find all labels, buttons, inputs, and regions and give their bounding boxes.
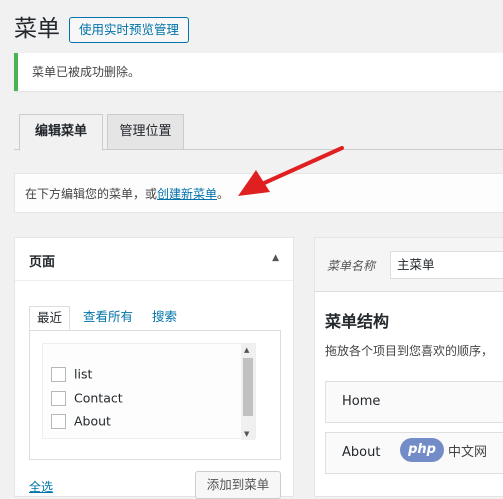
pages-list-box: list Contact About ▲ ▼ — [29, 330, 281, 460]
menu-name-input[interactable]: 主菜单 — [390, 251, 503, 279]
checkbox[interactable] — [51, 391, 66, 406]
list-item[interactable]: list — [51, 366, 92, 384]
create-new-menu-link[interactable]: 创建新菜单 — [157, 187, 217, 201]
live-preview-button[interactable]: 使用实时预览管理 — [69, 17, 189, 43]
tab-view-all[interactable]: 查看所有 — [83, 306, 133, 330]
success-notice: 菜单已被成功删除。 — [14, 53, 503, 91]
checkbox[interactable] — [51, 414, 66, 429]
pages-panel-title: 页面 — [29, 255, 56, 270]
pages-panel-header[interactable]: 页面 ▲ — [15, 238, 293, 281]
pages-panel: 页面 ▲ 最近 查看所有 搜索 list Contact About ▲ ▼ 全… — [14, 237, 294, 499]
page-title: 菜单 — [14, 16, 60, 42]
list-item[interactable]: Contact — [51, 390, 123, 408]
item-label: About — [74, 413, 111, 429]
menu-structure-title: 菜单结构 — [325, 312, 390, 331]
add-to-menu-button[interactable]: 添加到菜单 — [195, 471, 281, 499]
select-all-link[interactable]: 全选 — [29, 478, 53, 495]
menu-structure-description: 拖放各个项目到您喜欢的顺序， — [325, 344, 494, 358]
tab-manage-locations[interactable]: 管理位置 — [107, 114, 184, 150]
checkbox[interactable] — [51, 367, 66, 382]
info-suffix: 。 — [217, 187, 230, 201]
collapse-arrow-icon[interactable]: ▲ — [272, 253, 279, 263]
scrollbar-thumb[interactable] — [243, 358, 253, 416]
item-label: list — [74, 366, 93, 382]
watermark-text: 中文网 — [448, 444, 488, 460]
php-logo-icon: php — [400, 438, 444, 462]
annotation-arrow-icon — [238, 146, 344, 196]
scroll-up-icon[interactable]: ▲ — [244, 346, 249, 354]
menu-name-bar: 菜单名称 主菜单 — [315, 238, 503, 292]
tab-search[interactable]: 搜索 — [152, 306, 177, 330]
pages-subtabs: 最近 查看所有 搜索 — [29, 306, 281, 330]
menu-item-home[interactable]: Home — [325, 381, 503, 423]
menu-name-label: 菜单名称 — [327, 259, 376, 273]
item-label: Contact — [74, 390, 123, 406]
scrollbar[interactable]: ▲ ▼ — [241, 344, 255, 440]
pages-checklist: list Contact About ▲ ▼ — [42, 343, 256, 440]
info-prefix: 在下方编辑您的菜单，或 — [25, 187, 158, 201]
tab-edit-menus[interactable]: 编辑菜单 — [19, 114, 103, 151]
watermark: php 中文网 — [400, 438, 487, 464]
tab-recent[interactable]: 最近 — [29, 306, 71, 330]
notice-text: 菜单已被成功删除。 — [32, 65, 141, 79]
list-item[interactable]: About — [51, 413, 111, 431]
scroll-down-icon[interactable]: ▼ — [244, 430, 249, 438]
